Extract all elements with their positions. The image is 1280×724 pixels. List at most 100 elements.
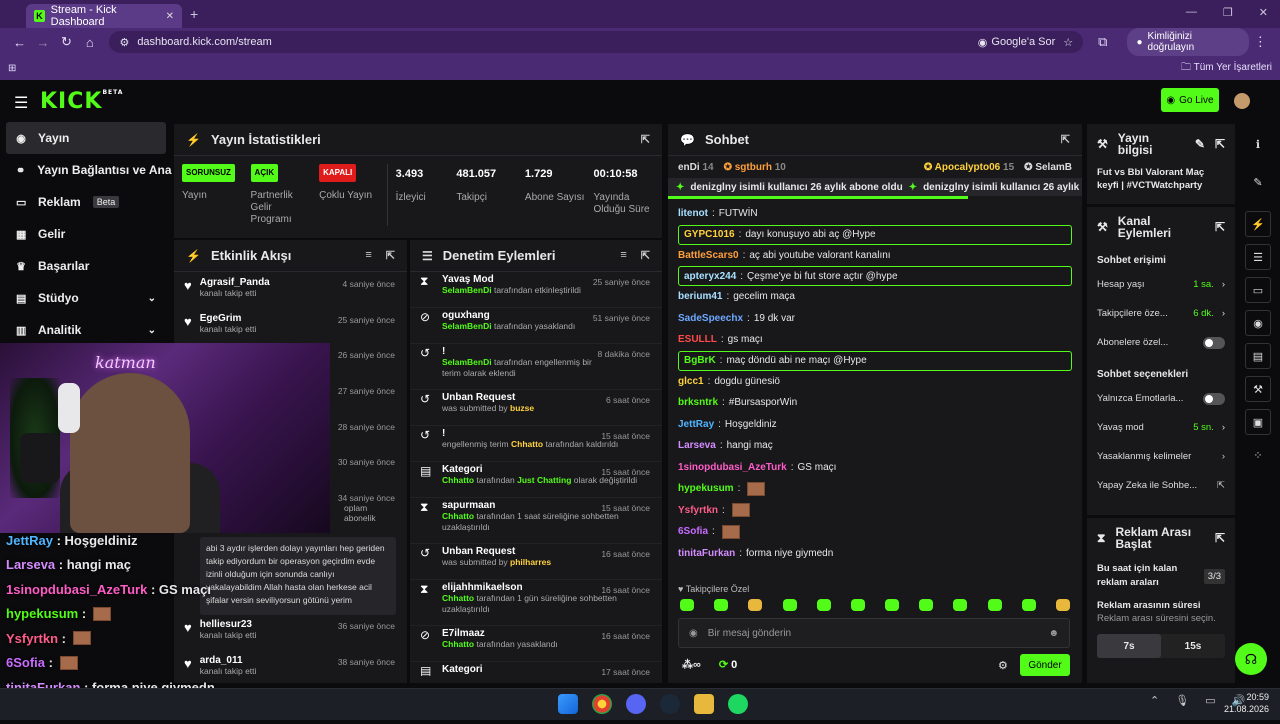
sidebar-item-gelir[interactable]: ▦Gelir: [0, 218, 172, 250]
maximize-icon[interactable]: ❐: [1223, 6, 1233, 19]
info-icon[interactable]: ℹ: [1245, 131, 1271, 157]
chat-message[interactable]: ESULLL:gs maçı: [668, 329, 1082, 351]
chat-username[interactable]: Ysfyrtkn: [678, 505, 718, 516]
url-bar[interactable]: ⚙ dashboard.kick.com/stream ◉Google'a So…: [109, 31, 1083, 53]
lightning-icon[interactable]: ⚡: [1245, 211, 1271, 237]
popout-icon[interactable]: ⇱: [641, 133, 650, 146]
chat-message[interactable]: berium41:gecelim maça: [668, 286, 1082, 308]
all-bookmarks-button[interactable]: 🗀 Tüm Yer İşaretleri: [1181, 60, 1272, 77]
chat-username[interactable]: brksntrk: [678, 397, 718, 408]
chat-username[interactable]: 1sinopdubasi_AzeTurk: [678, 462, 787, 473]
emote-icon[interactable]: [851, 599, 865, 611]
emote-icon[interactable]: [1022, 599, 1036, 611]
ai-chat-row[interactable]: Yapay Zeka ile Sohbe...⇱: [1087, 471, 1235, 500]
emote-icon[interactable]: [714, 599, 728, 611]
people-icon[interactable]: ⁂∞: [682, 658, 701, 671]
home-icon[interactable]: ⌂: [78, 35, 101, 50]
chat-username[interactable]: ESULLL: [678, 334, 717, 345]
close-tab-icon[interactable]: ✕: [166, 11, 174, 22]
filter-icon[interactable]: ≡: [365, 249, 371, 262]
steam-icon[interactable]: [660, 694, 680, 714]
star-icon[interactable]: ☆: [1063, 36, 1073, 49]
minimize-icon[interactable]: —: [1186, 6, 1197, 19]
chat-input[interactable]: ◉ Bir mesaj gönderin ☻: [678, 618, 1070, 648]
chat-message[interactable]: apteryx244:Çeşme'ye bi fut store açtır @…: [678, 266, 1072, 286]
chat-message[interactable]: JettRay:Hoşgeldiniz: [668, 414, 1082, 436]
sidebar-item-basarilar[interactable]: ♛Başarılar: [0, 250, 172, 282]
chat-username[interactable]: Larseva: [678, 440, 716, 451]
popout-icon[interactable]: ⇱: [1215, 532, 1225, 544]
chat-message[interactable]: BattleScars0:aç abi youtube valorant kan…: [668, 245, 1082, 267]
more-icon[interactable]: ⁘: [1245, 442, 1271, 468]
popout-icon[interactable]: ⇱: [1061, 133, 1070, 146]
emote-icon[interactable]: [817, 599, 831, 611]
subscribers-only-toggle[interactable]: [1203, 337, 1225, 349]
back-icon[interactable]: ←: [8, 35, 31, 50]
chat-settings-icon[interactable]: ⚙: [998, 659, 1008, 672]
chat-username[interactable]: berium41: [678, 291, 722, 302]
top-user[interactable]: ✪ Apocalypto06 15: [924, 162, 1014, 173]
chat-username[interactable]: SadeSpeechx: [678, 313, 743, 324]
chat-username[interactable]: glcc1: [678, 376, 704, 387]
chat-message[interactable]: glcc1:dogdu günesiö: [668, 371, 1082, 393]
go-live-button[interactable]: ◉Go Live: [1161, 88, 1219, 112]
banned-words-row[interactable]: Yasaklanmış kelimeler›: [1087, 442, 1235, 471]
popout-icon[interactable]: ⇱: [1215, 221, 1225, 233]
reload-icon[interactable]: ↻: [55, 34, 78, 50]
sidebar-item-reklam[interactable]: ▭ReklamBeta: [0, 186, 172, 218]
chat-message[interactable]: litenot:FUTWİN: [668, 203, 1082, 225]
hamburger-menu-icon[interactable]: ☰: [14, 93, 28, 113]
list-icon[interactable]: ☰: [1245, 244, 1271, 270]
wrench-icon[interactable]: ⚒: [1245, 376, 1271, 402]
chat-message[interactable]: tinitaFurkan:forma niye giymedn: [668, 543, 1082, 565]
extensions-icon[interactable]: ⧉: [1091, 34, 1114, 50]
chat-message[interactable]: 6Sofia:: [668, 521, 1082, 543]
spotify-icon[interactable]: [728, 694, 748, 714]
forward-icon[interactable]: →: [31, 35, 54, 50]
popout-icon[interactable]: ⇱: [1215, 138, 1225, 150]
chat-username[interactable]: hypekusum: [678, 483, 734, 494]
slow-mode-row[interactable]: Yavaş mod5 sn.›: [1087, 413, 1235, 442]
sidebar-item-yayin[interactable]: ◉Yayın: [6, 122, 166, 154]
duration-option-7s[interactable]: 7s: [1097, 634, 1161, 658]
chat-username[interactable]: apteryx244: [684, 271, 736, 282]
edit-icon[interactable]: ✎: [1245, 169, 1271, 195]
chat-identity-icon[interactable]: ◉: [689, 628, 698, 639]
chat-username[interactable]: BattleScars0: [678, 250, 739, 261]
start-icon[interactable]: [558, 694, 578, 714]
microphone-icon[interactable]: 🎙: [1175, 694, 1189, 707]
chevron-up-icon[interactable]: ⌃: [1150, 694, 1159, 707]
close-window-icon[interactable]: ✕: [1259, 6, 1268, 19]
chat-bubble-icon[interactable]: ▭: [1245, 277, 1271, 303]
chat-username[interactable]: tinitaFurkan: [678, 548, 735, 559]
chat-username[interactable]: BgBrK: [684, 355, 716, 366]
broadcast-icon[interactable]: ◉: [1245, 310, 1271, 336]
menu-icon[interactable]: ⋮: [1249, 34, 1272, 50]
edit-icon[interactable]: ✎: [1195, 138, 1205, 150]
emote-icon[interactable]: [748, 599, 762, 611]
chat-username[interactable]: JettRay: [678, 419, 714, 430]
chat-message[interactable]: BgBrK:maç döndü abi ne maçı @Hype: [678, 351, 1072, 371]
chrome-icon[interactable]: [592, 694, 612, 714]
chat-username[interactable]: litenot: [678, 208, 708, 219]
kick-logo[interactable]: KICKBETA: [40, 89, 123, 114]
emote-icon[interactable]: [885, 599, 899, 611]
send-button[interactable]: Gönder: [1020, 654, 1070, 676]
chat-message[interactable]: SadeSpeechx:19 dk var: [668, 308, 1082, 330]
emote-icon[interactable]: [680, 599, 694, 611]
emote-icon[interactable]: [1056, 599, 1070, 611]
chat-username[interactable]: 6Sofia: [678, 526, 708, 537]
browser-tab[interactable]: K Stream - Kick Dashboard ✕: [26, 4, 182, 28]
clock[interactable]: 20:5921.08.2026: [1224, 691, 1269, 715]
top-user[interactable]: enDi 14: [678, 162, 714, 173]
google-ask-button[interactable]: ◉Google'a Sor: [978, 36, 1055, 49]
discord-icon[interactable]: [626, 694, 646, 714]
chat-message[interactable]: brksntrk:#BursasporWin: [668, 392, 1082, 414]
chat-message[interactable]: GYPC1016:dayı konuşuyo abi aç @Hype: [678, 225, 1072, 245]
filter-icon[interactable]: ≡: [620, 249, 626, 262]
apps-grid-icon[interactable]: ⊞: [8, 63, 16, 74]
stack-icon[interactable]: ▤: [1245, 343, 1271, 369]
window-icon[interactable]: ▣: [1245, 409, 1271, 435]
user-avatar[interactable]: [1234, 93, 1250, 109]
file-explorer-icon[interactable]: [694, 694, 714, 714]
